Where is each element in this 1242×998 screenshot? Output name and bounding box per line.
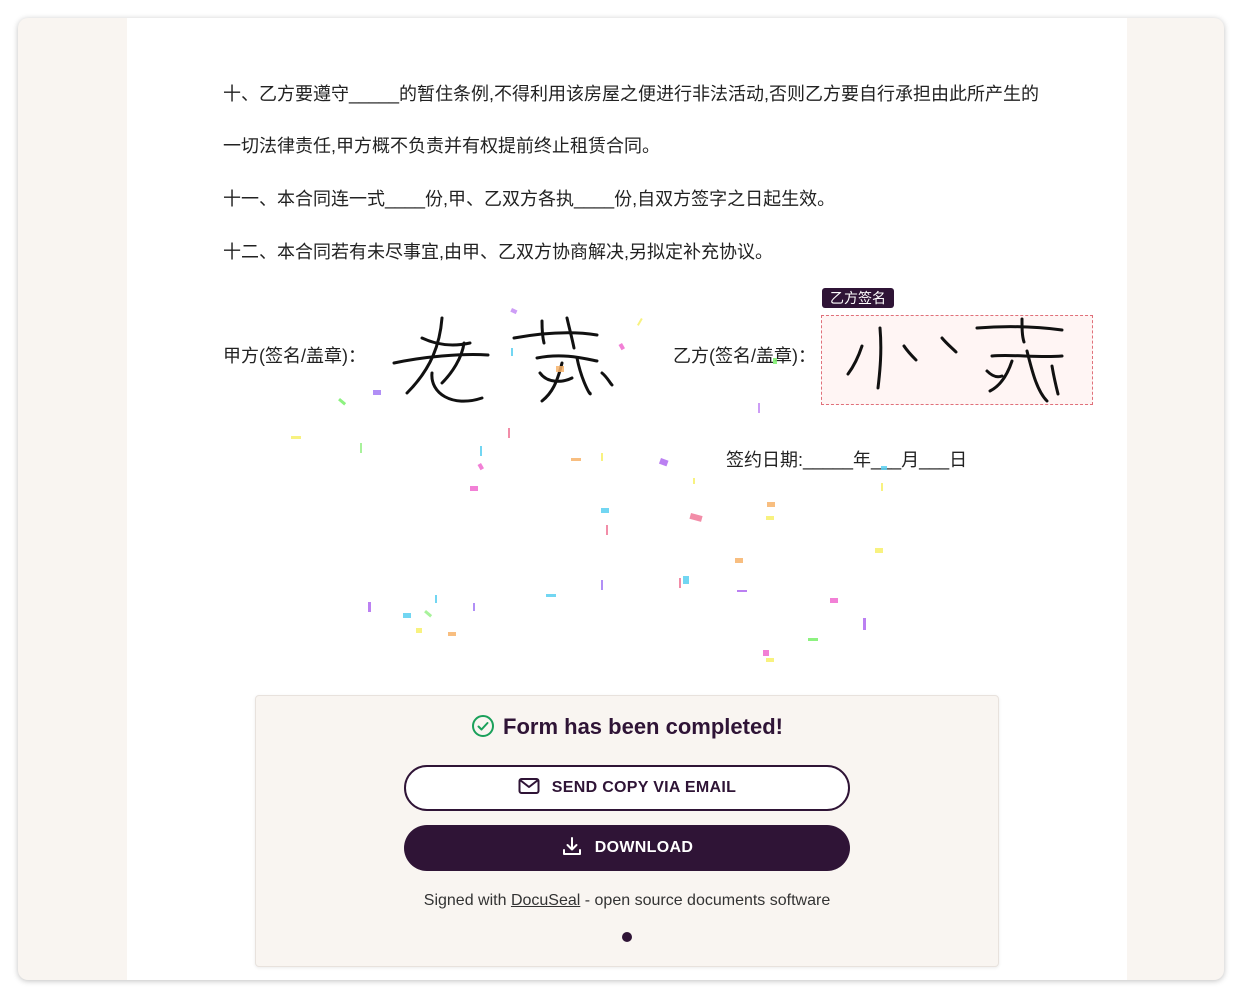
app-window: 十、乙方要遵守_____的暂住条例,不得利用该房屋之便进行非法活动,否则乙方要自…: [18, 18, 1224, 980]
completion-panel: Form has been completed! SEND COPY VIA E…: [255, 695, 999, 967]
docuseal-link[interactable]: DocuSeal: [511, 892, 580, 909]
loading-dot: [622, 932, 632, 942]
footer-prefix: Signed with: [423, 892, 511, 909]
download-icon: [561, 835, 583, 862]
completion-status-text: Form has been completed!: [503, 714, 783, 739]
download-label: DOWNLOAD: [594, 839, 694, 856]
send-copy-email-label: SEND COPY VIA EMAIL: [551, 779, 737, 796]
send-copy-email-button[interactable]: SEND COPY VIA EMAIL: [404, 765, 850, 811]
powered-by-footer: Signed with DocuSeal - open source docum…: [256, 892, 998, 910]
check-circle-icon: [471, 714, 495, 744]
footer-suffix: - open source documents software: [580, 892, 831, 909]
completion-status: Form has been completed!: [256, 714, 998, 744]
envelope-icon: [518, 777, 540, 800]
download-button[interactable]: DOWNLOAD: [404, 825, 850, 871]
